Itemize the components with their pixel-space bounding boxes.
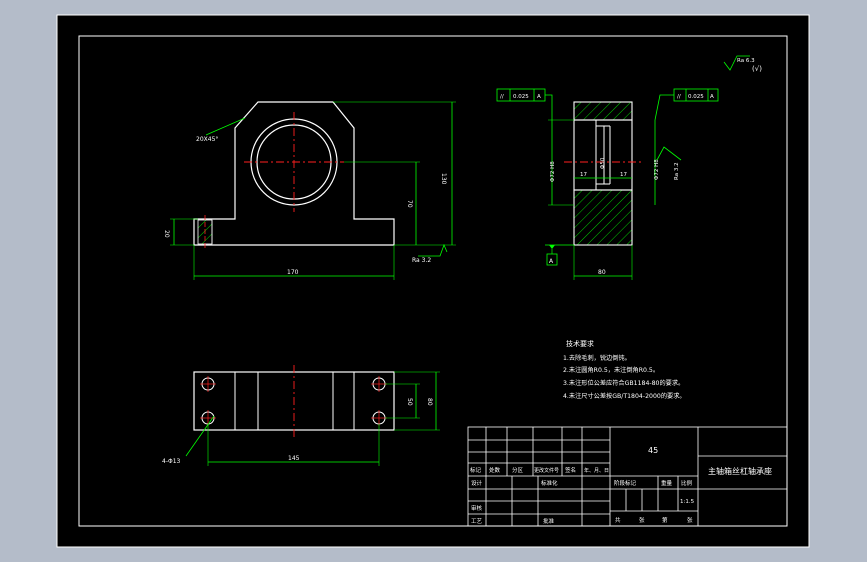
side-roughness: Ra 3.2 xyxy=(674,162,680,180)
cad-viewport[interactable]: 20X45° 130 70 20 170 Ra 3.2 Φ72 H8 Φ72 H… xyxy=(0,0,867,562)
dim-70: 70 xyxy=(406,200,413,208)
review-label: 审核 xyxy=(471,504,483,512)
tech-item: 1.去除毛刺，锐边倒钝。 xyxy=(563,354,631,362)
tol-left-sym: // xyxy=(500,94,504,100)
row-label: 标记 xyxy=(470,466,482,474)
stage-label: 阶段标记 xyxy=(614,479,637,487)
drawing-sheet[interactable]: 20X45° 130 70 20 170 Ra 3.2 Φ72 H8 Φ72 H… xyxy=(0,0,867,562)
tech-item: 2.未注圆角R0.5，未注倒角R0.5。 xyxy=(563,366,659,374)
tol-left-datum: A xyxy=(537,94,541,100)
side-dim-step-left: 17 xyxy=(580,172,587,178)
surface-extra: (√) xyxy=(752,65,762,73)
row-label: 处数 xyxy=(489,466,501,474)
row-label: 年、月、日 xyxy=(584,467,609,474)
tol-right-value: 0.025 xyxy=(688,94,704,100)
row-label: 签名 xyxy=(565,466,576,474)
side-dim-step-right: 17 xyxy=(620,172,627,178)
tol-right-sym: // xyxy=(677,94,681,100)
chamfer-note: 20X45° xyxy=(196,136,218,143)
tech-title: 技术要求 xyxy=(566,339,594,348)
design-label: 设计 xyxy=(471,479,483,487)
surface-value: Ra 6.3 xyxy=(737,58,755,64)
side-dim-bore-left: Φ72 H8 xyxy=(550,161,556,182)
sheet-label: 共 xyxy=(615,516,621,524)
dim-50: 50 xyxy=(406,398,413,406)
dim-80: 80 xyxy=(426,398,433,406)
row-label: 分区 xyxy=(512,466,524,474)
side-upper-hatch xyxy=(573,101,633,121)
side-dim-width: 80 xyxy=(598,269,606,276)
sheet-label: 第 xyxy=(662,516,668,524)
hole-note: 4-Φ13 xyxy=(162,458,181,465)
weight-label: 重量 xyxy=(661,479,673,487)
side-lower-hatch xyxy=(573,189,633,246)
dim-170: 170 xyxy=(287,269,299,276)
material: 45 xyxy=(648,446,658,455)
sheet-label: 张 xyxy=(687,516,693,524)
scale-value: 1:1.5 xyxy=(680,499,695,505)
tech-item: 3.未注形位公差应符合GB1184-80的要求。 xyxy=(563,379,684,387)
dim-130: 130 xyxy=(440,173,447,185)
sheet-label: 张 xyxy=(639,516,645,524)
dim-20: 20 xyxy=(163,230,170,238)
approve-label: 批准 xyxy=(543,517,555,525)
process-label: 工艺 xyxy=(471,518,483,525)
dim-145: 145 xyxy=(288,455,300,462)
front-roughness: Ra 3.2 xyxy=(412,257,431,264)
scale-label: 比例 xyxy=(681,479,693,487)
tol-right-datum: A xyxy=(710,94,714,100)
tech-item: 4.未注尺寸公差按GB/T1804-2000的要求。 xyxy=(563,392,686,400)
tol-left-value: 0.025 xyxy=(513,94,529,100)
side-dim-bore-right: Φ72 H8 xyxy=(654,159,660,180)
standardize-label: 标准化 xyxy=(541,479,558,487)
side-dim-center: Φ50 xyxy=(600,157,606,169)
part-name: 主轴箱丝杠轴承座 xyxy=(708,466,772,476)
row-label: 更改文件号 xyxy=(534,467,559,474)
